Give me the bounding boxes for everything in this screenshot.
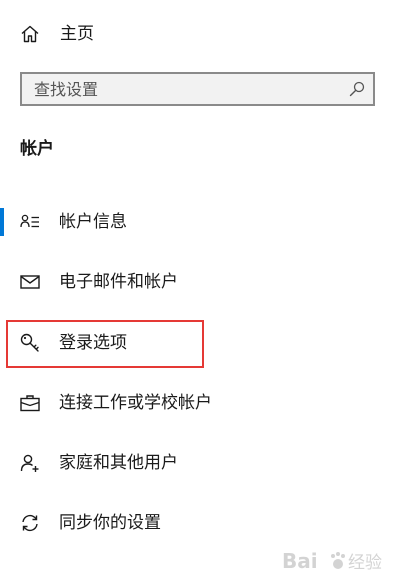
watermark-suffix: 经验 <box>348 553 382 573</box>
paw-icon <box>331 552 345 569</box>
nav-item-label: 电子邮件和帐户 <box>59 272 178 292</box>
person-info-icon <box>20 212 40 232</box>
nav-item-label: 家庭和其他用户 <box>59 453 178 473</box>
home-icon <box>20 24 40 44</box>
nav-item-sign-in-options[interactable]: 登录选项 <box>0 321 420 365</box>
nav-item-work-school[interactable]: 连接工作或学校帐户 <box>0 381 420 425</box>
search-input[interactable] <box>34 74 334 104</box>
home-link[interactable]: 主页 <box>0 14 420 54</box>
watermark-brand: Bai <box>282 549 318 573</box>
baidu-watermark: Bai 经验 <box>282 546 412 576</box>
nav-item-family-users[interactable]: 家庭和其他用户 <box>0 441 420 485</box>
mail-icon <box>20 272 40 292</box>
nav-item-sync-settings[interactable]: 同步你的设置 <box>0 501 420 545</box>
nav-item-label: 登录选项 <box>59 333 127 353</box>
key-icon <box>20 333 40 353</box>
search-icon[interactable] <box>349 81 365 97</box>
add-person-icon <box>20 453 40 473</box>
nav-item-label: 帐户信息 <box>59 212 127 232</box>
active-indicator <box>0 208 4 236</box>
search-box[interactable] <box>20 72 375 106</box>
nav-item-account-info[interactable]: 帐户信息 <box>0 200 420 244</box>
briefcase-icon <box>20 393 40 413</box>
nav-item-label: 连接工作或学校帐户 <box>59 393 212 413</box>
sync-icon <box>20 513 40 533</box>
nav-item-label: 同步你的设置 <box>59 513 161 533</box>
nav-item-email-accounts[interactable]: 电子邮件和帐户 <box>0 260 420 304</box>
section-title: 帐户 <box>20 139 54 159</box>
home-label: 主页 <box>60 24 94 44</box>
